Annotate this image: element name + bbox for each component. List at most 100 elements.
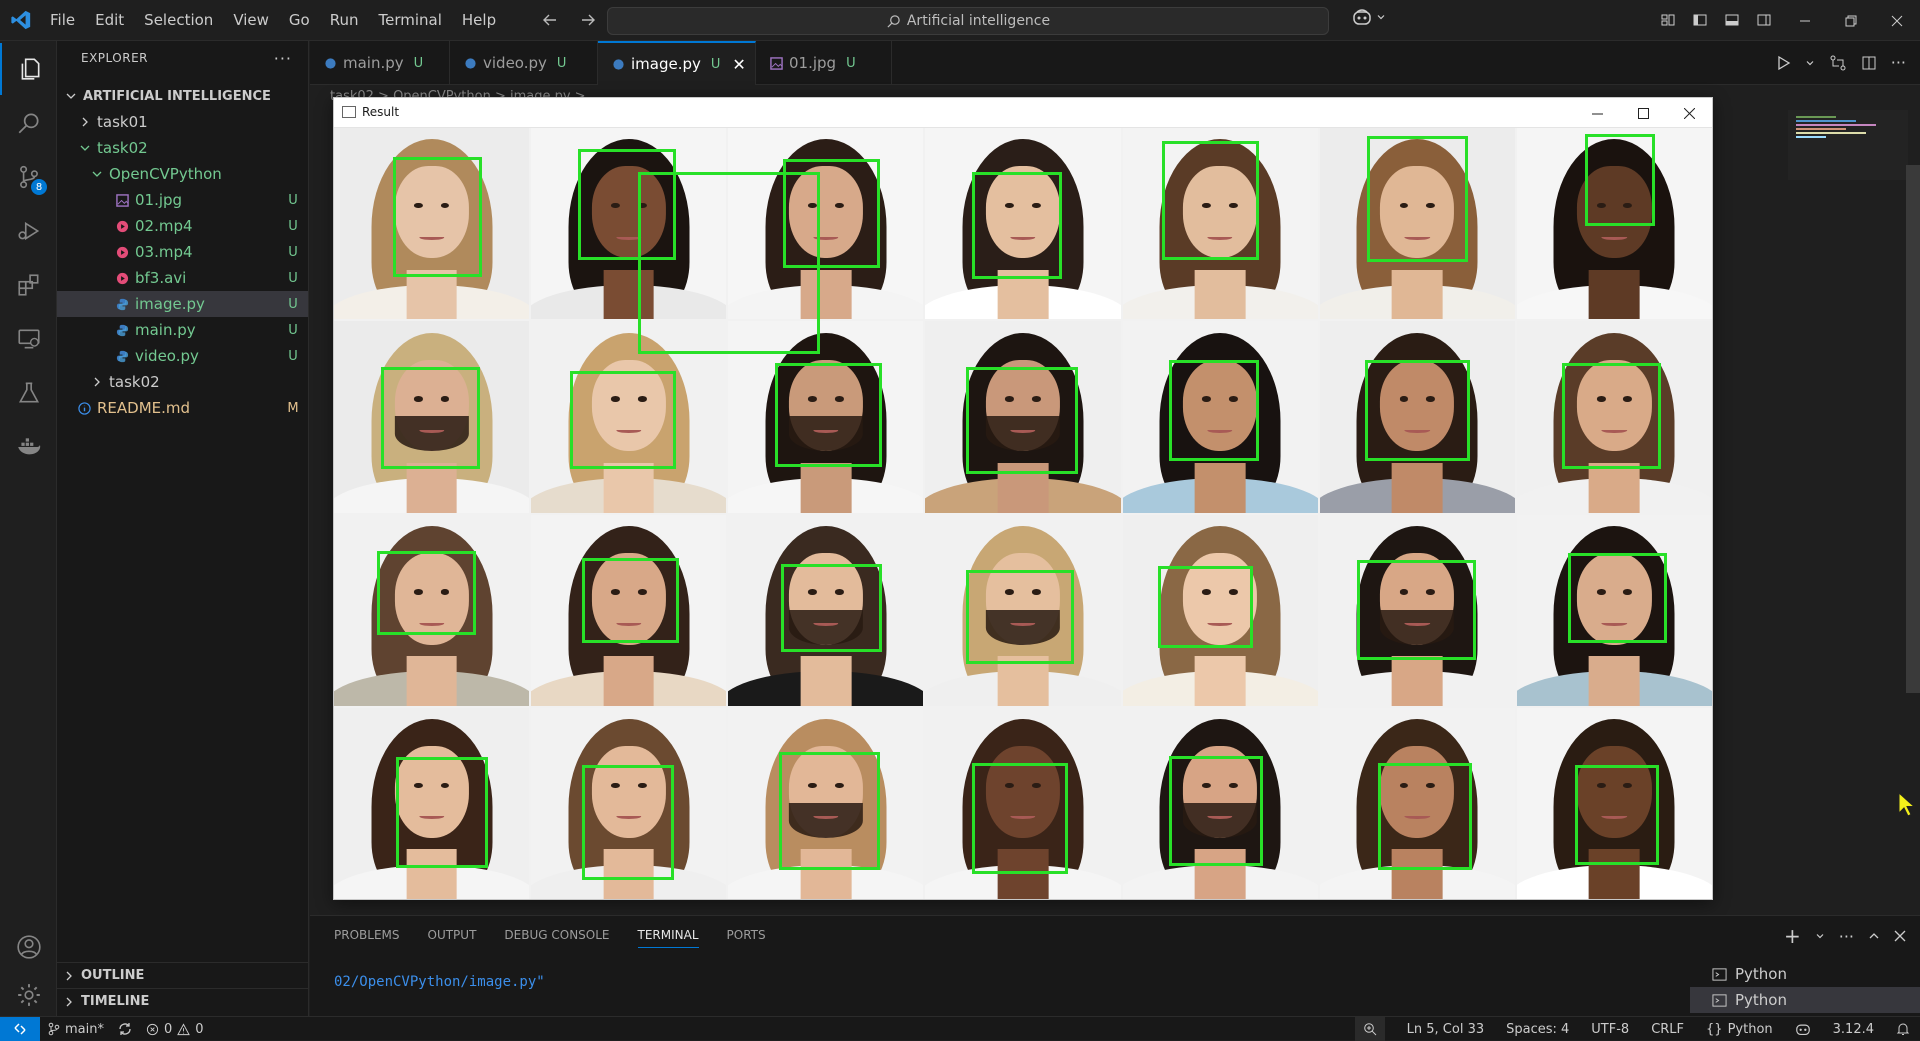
minimize-icon[interactable] [1574,98,1620,128]
docker-activity[interactable] [0,421,57,473]
toggle-secondary-sidebar-icon[interactable] [1753,9,1775,31]
menu-help[interactable]: Help [452,0,506,41]
tree-folder-opencvpython[interactable]: OpenCVPython [57,161,308,187]
vscode-logo-icon [10,9,32,31]
sync-icon[interactable] [118,1022,132,1036]
copilot-button[interactable] [1352,8,1386,26]
result-window-titlebar[interactable]: Result [334,98,1712,128]
outline-section[interactable]: OUTLINE [57,962,308,988]
file-encoding[interactable]: UTF-8 [1591,1022,1629,1037]
accounts-activity[interactable] [0,921,57,973]
restore-icon[interactable] [1828,0,1874,41]
tree-file-imagepy[interactable]: image.py U [57,291,308,317]
indentation[interactable]: Spaces: 4 [1506,1022,1569,1037]
face-detection-box [779,751,881,871]
face-detection-box [1378,763,1472,871]
workspace-root[interactable]: ARTIFICIAL INTELLIGENCE [57,83,308,109]
run-debug-activity[interactable] [0,205,57,257]
window-controls [1782,0,1920,41]
run-python-icon[interactable] [1775,55,1791,71]
source-control-activity[interactable]: 8 [0,151,57,203]
problems-indicator[interactable]: 0 0 [146,1022,204,1037]
copilot-status-icon[interactable] [1795,1022,1811,1036]
search-activity[interactable] [0,97,57,149]
menu-run[interactable]: Run [320,0,369,41]
more-actions-icon[interactable]: ··· [1839,927,1854,946]
explorer-activity[interactable] [0,43,57,95]
remote-indicator[interactable] [0,1017,40,1041]
arrow-back-icon[interactable] [538,8,562,32]
menu-edit[interactable]: Edit [85,0,134,41]
chevron-down-icon[interactable] [1815,931,1825,941]
minimize-icon[interactable] [1782,0,1828,41]
tree-folder-task02-nested[interactable]: task02 [57,369,308,395]
menu-terminal[interactable]: Terminal [369,0,452,41]
language-mode[interactable]: {} Python [1706,1022,1773,1037]
zoom-indicator[interactable] [1354,1017,1385,1041]
remote-explorer-activity[interactable] [0,313,57,365]
python-version[interactable]: 3.12.4 [1833,1022,1874,1037]
tree-file-videopy[interactable]: video.py U [57,343,308,369]
close-panel-icon[interactable] [1894,930,1906,942]
tab-ports[interactable]: PORTS [727,928,766,948]
extensions-activity[interactable] [0,259,57,311]
split-editor-icon[interactable] [1861,55,1877,71]
tree-file-readme[interactable]: README.md M [57,395,308,421]
cursor-position[interactable]: Ln 5, Col 33 [1407,1022,1484,1037]
tab-debug-console[interactable]: DEBUG CONSOLE [504,928,609,948]
terminal-instance[interactable]: Python [1690,987,1920,1013]
toggle-primary-sidebar-icon[interactable] [1689,9,1711,31]
branch-indicator[interactable]: main* [48,1022,104,1037]
menu-go[interactable]: Go [279,0,320,41]
tree-folder-task01[interactable]: task01 [57,109,308,135]
compare-changes-icon[interactable] [1829,55,1847,71]
timeline-section[interactable]: TIMELINE [57,988,308,1014]
manage-activity[interactable] [0,969,57,1021]
command-center-search[interactable]: Artificial intelligence [607,7,1329,35]
close-window-icon[interactable] [1666,98,1712,128]
tree-file-03mp4[interactable]: 03.mp4 U [57,239,308,265]
face-photo-cell [334,128,530,320]
tab-status: U [710,56,721,72]
tree-folder-task02[interactable]: task02 [57,135,308,161]
face-photo-cell [334,321,530,513]
toggle-panel-icon[interactable] [1721,9,1743,31]
notifications-icon[interactable] [1896,1022,1910,1036]
menu-selection[interactable]: Selection [134,0,223,41]
layout-controls [1657,9,1775,31]
tab-image-py[interactable]: image.py U ✕ [598,41,756,85]
close-tab-icon[interactable]: ✕ [732,55,745,74]
testing-activity[interactable] [0,367,57,419]
new-terminal-icon[interactable]: + [1784,924,1801,948]
tab-problems[interactable]: PROBLEMS [334,928,400,948]
terminal-instance[interactable]: Python [1690,961,1920,987]
menu-view[interactable]: View [223,0,279,41]
editor-scrollbar[interactable] [1906,165,1920,693]
maximize-panel-icon[interactable] [1868,930,1880,942]
close-window-icon[interactable] [1874,0,1920,41]
warning-icon [177,1022,191,1036]
tab-output[interactable]: OUTPUT [428,928,477,948]
chevron-down-icon[interactable] [1805,58,1815,68]
tab-main-py[interactable]: main.py U [310,41,450,85]
tree-file-02mp4[interactable]: 02.mp4 U [57,213,308,239]
arrow-forward-icon[interactable] [576,8,600,32]
face-detection-box [380,367,481,469]
more-actions-icon[interactable]: ··· [1891,53,1906,72]
workspace-root-label: ARTIFICIAL INTELLIGENCE [83,88,271,104]
tab-01-jpg[interactable]: 01.jpg U [756,41,892,85]
face-photo-cell [925,321,1121,513]
end-of-line[interactable]: CRLF [1651,1022,1684,1037]
menu-file[interactable]: File [40,0,85,41]
tree-file-bf3avi[interactable]: bf3.avi U [57,265,308,291]
maximize-icon[interactable] [1620,98,1666,128]
more-actions-icon[interactable]: ··· [274,49,292,68]
minimap[interactable] [1788,110,1908,180]
terminal-output[interactable]: 02/OpenCVPython/image.py" [334,974,545,990]
customize-layout-icon[interactable] [1657,9,1679,31]
tab-video-py[interactable]: video.py U [450,41,598,85]
tab-terminal[interactable]: TERMINAL [637,928,699,948]
face-photo-cell [531,707,727,899]
tree-file-01jpg[interactable]: 01.jpg U [57,187,308,213]
tree-file-mainpy[interactable]: main.py U [57,317,308,343]
